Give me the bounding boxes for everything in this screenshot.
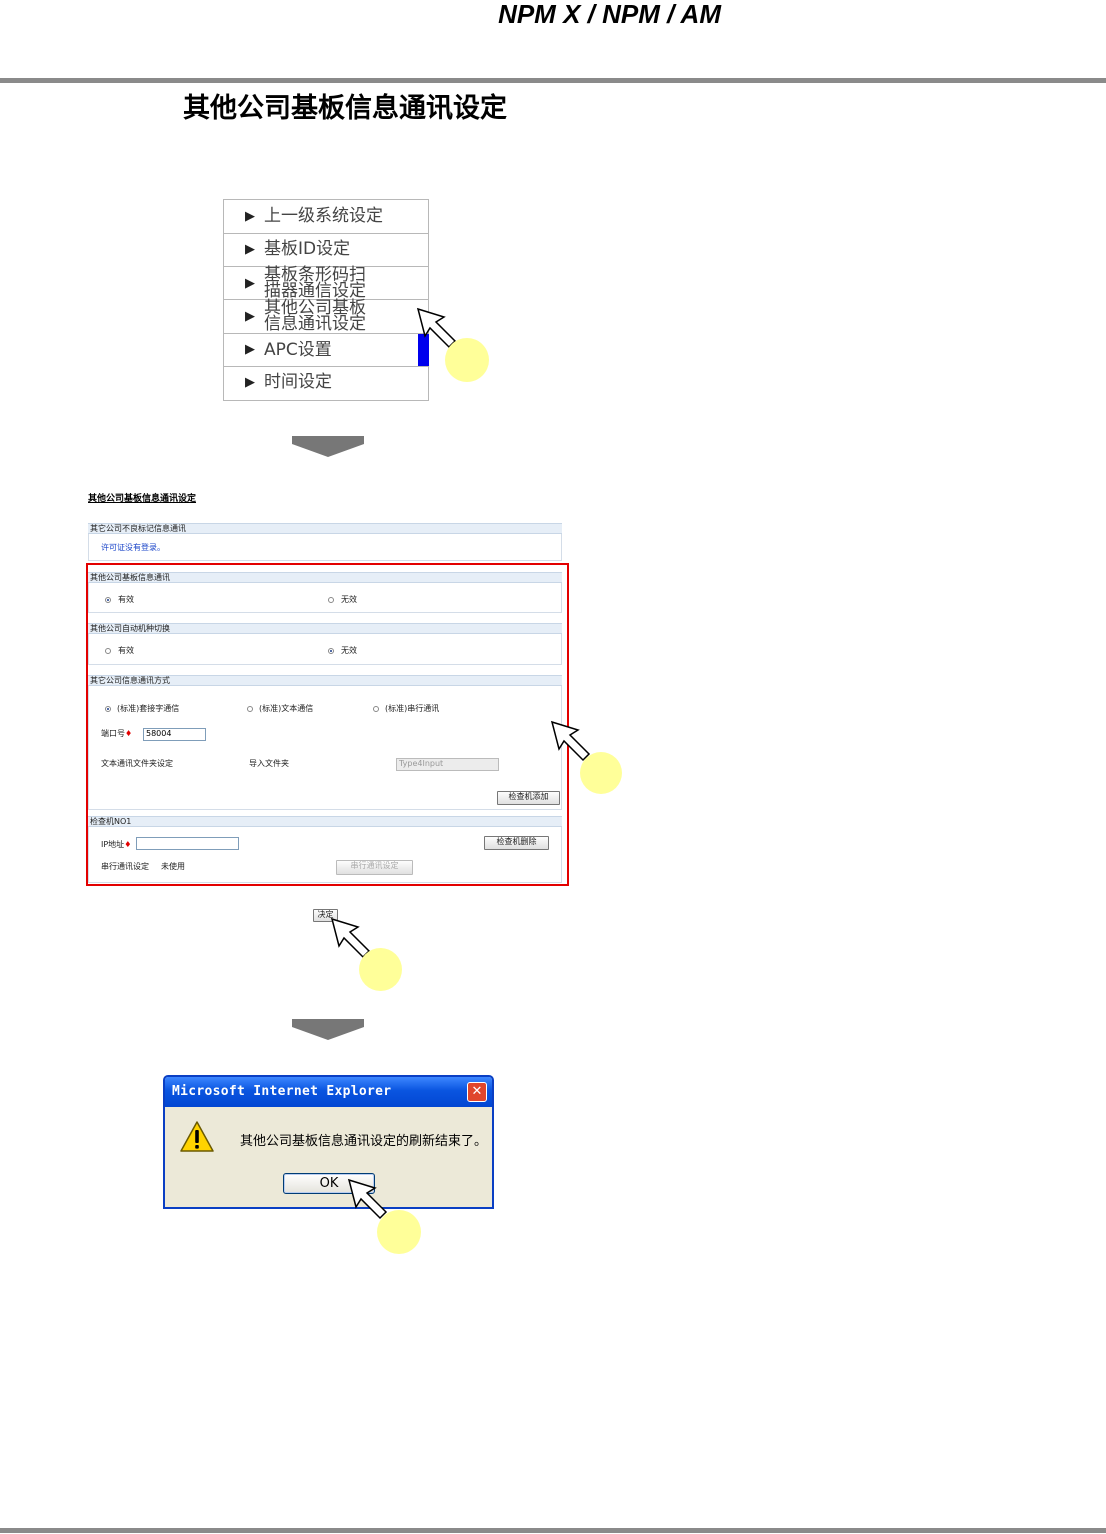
menu-item-label: 基板ID设定	[264, 239, 351, 259]
form-title: 其他公司基板信息通讯设定	[88, 494, 197, 504]
step-marker	[377, 1210, 421, 1254]
settings-menu: ▶ 上一级系统设定 ▶ 基板ID设定 ▶ 基板条形码扫 描器通信设定 ▶ 其他公…	[223, 199, 429, 401]
menu-item-parent-settings[interactable]: ▶ 上一级系统设定	[224, 200, 428, 234]
menu-item-time[interactable]: ▶ 时间设定	[224, 367, 428, 400]
dialog-message: 其他公司基板信息通讯设定的刷新结束了。	[240, 1134, 488, 1149]
warning-icon	[179, 1120, 215, 1158]
triangle-right-icon: ▶	[245, 242, 255, 257]
menu-item-label: 上一级系统设定	[264, 206, 383, 226]
close-button[interactable]: ✕	[467, 1082, 487, 1102]
triangle-right-icon: ▶	[245, 276, 255, 291]
menu-item-label: 时间设定	[264, 372, 332, 392]
alert-dialog: Microsoft Internet Explorer ✕ 其他公司基板信息通讯…	[163, 1075, 494, 1209]
step-marker	[445, 338, 489, 382]
mouse-pointer-icon	[347, 1178, 389, 1220]
header-rule	[0, 78, 1106, 83]
step-marker	[580, 752, 622, 794]
down-arrow-icon	[292, 436, 364, 444]
menu-item-apc[interactable]: ▶ APC设置	[224, 334, 428, 367]
down-arrow-icon	[292, 1027, 364, 1040]
mouse-pointer-icon	[550, 720, 592, 762]
triangle-right-icon: ▶	[245, 309, 255, 324]
highlight-frame	[86, 563, 569, 886]
menu-item-barcode-scanner[interactable]: ▶ 基板条形码扫 描器通信设定	[224, 267, 428, 300]
section-header-defect: 其它公司不良标记信息通讯	[88, 523, 562, 534]
dialog-title: Microsoft Internet Explorer	[172, 1084, 392, 1099]
footer-rule	[0, 1528, 1106, 1533]
menu-item-board-id[interactable]: ▶ 基板ID设定	[224, 234, 428, 267]
menu-item-other-company-board-info[interactable]: ▶ 其他公司基板 信息通讯设定	[224, 300, 428, 334]
menu-item-label: APC设置	[264, 340, 332, 360]
page-title: 其他公司基板信息通讯设定	[183, 93, 507, 124]
step-marker	[359, 948, 402, 991]
down-arrow-icon	[292, 444, 364, 457]
triangle-right-icon: ▶	[245, 375, 255, 390]
header-product-title: NPM X / NPM / AM	[498, 0, 721, 29]
down-arrow-icon	[292, 1019, 364, 1027]
triangle-right-icon: ▶	[245, 342, 255, 357]
license-notice: 许可证没有登录。	[101, 543, 165, 552]
triangle-right-icon: ▶	[245, 209, 255, 224]
menu-item-label: 信息通讯设定	[264, 314, 366, 334]
